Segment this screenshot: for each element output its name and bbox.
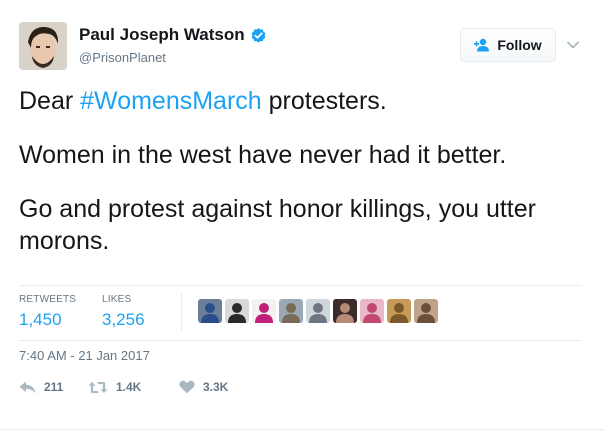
liker-avatar[interactable]: [387, 299, 411, 323]
tweet-stats: RETWEETS 1,450 LIKES 3,256: [19, 285, 582, 341]
add-user-icon: [474, 38, 490, 52]
author-avatar[interactable]: [19, 22, 67, 70]
verified-badge-icon: [250, 27, 267, 44]
liker-avatars: [198, 299, 438, 323]
hashtag-link[interactable]: #WomensMarch: [80, 87, 262, 115]
author-display-name[interactable]: Paul Joseph Watson: [79, 25, 245, 45]
tweet-actions: 211 1.4K 3.3K: [19, 380, 228, 394]
likes-stat[interactable]: LIKES 3,256: [102, 294, 145, 330]
tweet-line-1-prefix: Dear: [19, 87, 81, 115]
retweet-count: 1.4K: [116, 380, 142, 394]
retweets-label: RETWEETS: [19, 294, 77, 305]
reply-icon: [19, 381, 36, 393]
likes-label: LIKES: [102, 294, 132, 305]
likes-value[interactable]: 3,256: [102, 310, 145, 330]
bottom-divider: [0, 429, 605, 430]
follow-button-label: Follow: [497, 37, 542, 53]
liker-avatar[interactable]: [360, 299, 384, 323]
tweet-line-2: Women in the west have never had it bett…: [19, 141, 507, 169]
reply-button[interactable]: 211: [19, 380, 88, 394]
liker-avatar[interactable]: [414, 299, 438, 323]
liker-avatar[interactable]: [225, 299, 249, 323]
author-handle[interactable]: @PrisonPlanet: [79, 50, 166, 65]
liker-avatar[interactable]: [333, 299, 357, 323]
follow-button[interactable]: Follow: [460, 28, 556, 62]
heart-icon: [179, 380, 195, 394]
retweets-stat[interactable]: RETWEETS 1,450: [19, 294, 76, 330]
author-avatar-image: [19, 22, 67, 70]
liker-avatar[interactable]: [279, 299, 303, 323]
more-options-chevron-down-icon[interactable]: [566, 38, 580, 52]
liker-avatar[interactable]: [198, 299, 222, 323]
tweet-line-1-suffix: protesters.: [261, 87, 387, 115]
author-name-row[interactable]: Paul Joseph Watson: [79, 25, 267, 45]
reply-count: 211: [44, 380, 64, 394]
retweet-button[interactable]: 1.4K: [88, 380, 179, 394]
stats-divider: [181, 293, 182, 331]
retweet-icon: [88, 381, 108, 393]
tweet-text: Dear #WomensMarch protesters. Women in t…: [19, 85, 584, 279]
like-button[interactable]: 3.3K: [179, 380, 228, 394]
tweet-card: Paul Joseph Watson @PrisonPlanet Follow …: [0, 0, 605, 433]
retweets-value[interactable]: 1,450: [19, 310, 76, 330]
tweet-line-1: Dear #WomensMarch protesters.: [19, 85, 584, 117]
liker-avatar[interactable]: [252, 299, 276, 323]
tweet-line-3: Go and protest against honor killings, y…: [19, 195, 536, 255]
tweet-timestamp[interactable]: 7:40 AM - 21 Jan 2017: [19, 348, 150, 363]
liker-avatar[interactable]: [306, 299, 330, 323]
like-count: 3.3K: [203, 380, 229, 394]
